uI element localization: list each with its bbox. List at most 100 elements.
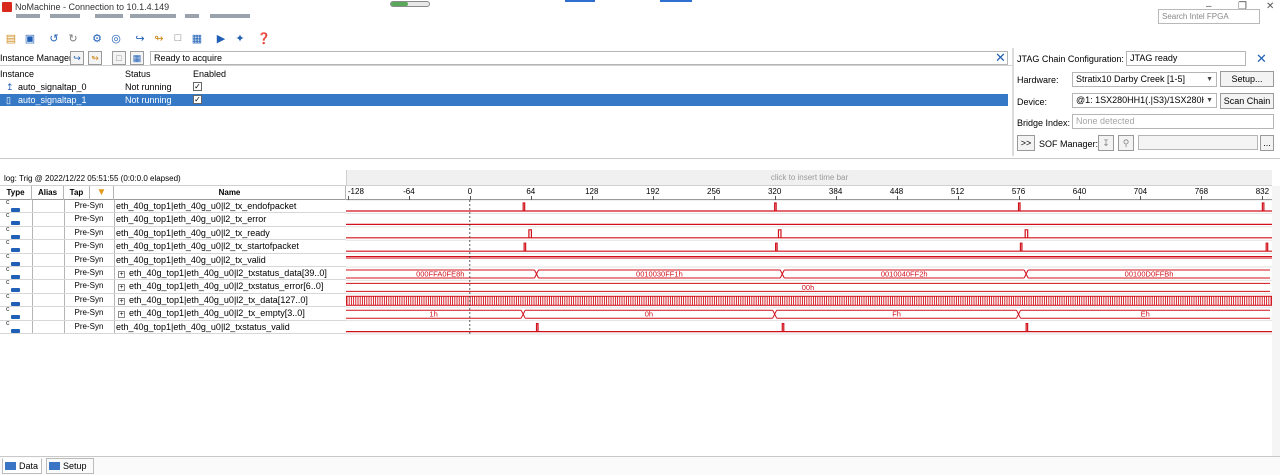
- main-toolbar: ▤ ▣ ↺ ↻ ⚙ ◎ ↪ ↬ □ ▦ ▶ ✦ ❓: [0, 28, 1280, 48]
- close-icon[interactable]: ✕: [1256, 51, 1267, 67]
- wave-pulse: [523, 242, 527, 252]
- signal-name: eth_40g_top1|eth_40g_u0|l2_tx_ready: [116, 227, 270, 238]
- program-icon[interactable]: ↧: [1098, 135, 1114, 151]
- read-data-icon[interactable]: ▦: [189, 30, 205, 46]
- wave-pulse: [1261, 202, 1265, 211]
- signal-row[interactable]: c Pre-Syn eth_40g_top1|eth_40g_u0|l2_tx_er…: [0, 212, 346, 227]
- tab-setup[interactable]: Setup: [46, 458, 94, 474]
- close-window-button[interactable]: ✕: [1266, 1, 1274, 12]
- column-type: Type: [0, 186, 32, 200]
- node-finder-icon[interactable]: ⚙: [89, 30, 105, 46]
- tab-data[interactable]: Data: [2, 458, 42, 474]
- signal-type-icon: c: [6, 320, 20, 333]
- undo-icon[interactable]: ↺: [46, 30, 62, 46]
- bus-transition: [1016, 309, 1021, 319]
- bottom-tab-bar: Data Setup: [0, 456, 1280, 475]
- run-analysis-button[interactable]: ↪: [70, 51, 84, 65]
- signal-row[interactable]: c Pre-Syn eth_40g_top1|eth_40g_u0|l2_tx_en…: [0, 199, 346, 214]
- stop-analysis-icon[interactable]: □: [170, 30, 186, 46]
- open-icon[interactable]: ▤: [3, 30, 19, 46]
- stop-button[interactable]: □: [112, 51, 126, 65]
- bus-value-label: 00h: [802, 283, 815, 292]
- insert-time-bar[interactable]: click to insert time bar: [346, 170, 1272, 186]
- signal-tap: Pre-Syn: [74, 268, 104, 277]
- binoculars-icon[interactable]: ◎: [108, 30, 124, 46]
- signal-tap: Pre-Syn: [74, 308, 104, 318]
- autorun-button[interactable]: ↬: [88, 51, 102, 65]
- signal-row[interactable]: c Pre-Syn + eth_40g_top1|eth_40g_u0|l2_tx_d…: [0, 293, 346, 308]
- horizontal-splitter[interactable]: [0, 158, 1280, 168]
- sof-file-field[interactable]: [1138, 135, 1258, 150]
- signal-tap: Pre-Syn: [74, 227, 104, 237]
- hardware-select[interactable]: Stratix10 Darby Creek [1-5] ▼: [1072, 72, 1217, 87]
- tab-indicator: [660, 0, 692, 2]
- wave-pulse: [1024, 229, 1029, 238]
- expand-button[interactable]: >>: [1017, 135, 1035, 151]
- expand-bus-icon[interactable]: +: [118, 311, 125, 319]
- signal-row[interactable]: c Pre-Syn eth_40g_top1|eth_40g_u0|l2_tx_re…: [0, 226, 346, 241]
- help-icon[interactable]: ❓: [256, 30, 272, 46]
- signal-name: eth_40g_top1|eth_40g_u0|l2_txstatus_vali…: [116, 321, 290, 332]
- close-icon[interactable]: ✕: [995, 50, 1006, 66]
- attach-icon[interactable]: ⚲: [1118, 135, 1134, 151]
- wave-pulse: [1025, 323, 1029, 332]
- signal-row[interactable]: c Pre-Syn eth_40g_top1|eth_40g_u0|l2_tx_va…: [0, 253, 346, 267]
- signal-row[interactable]: c Pre-Syn + eth_40g_top1|eth_40g_u0|l2_txst…: [0, 266, 346, 281]
- signal-type-icon: c: [6, 306, 20, 320]
- play-icon[interactable]: ▶: [213, 30, 229, 46]
- signal-name: eth_40g_top1|eth_40g_u0|l2_tx_valid: [116, 254, 266, 265]
- signal-row[interactable]: c Pre-Syn eth_40g_top1|eth_40g_u0|l2_txsta…: [0, 320, 346, 334]
- expand-bus-icon[interactable]: +: [118, 284, 125, 292]
- hardware-label: Hardware:: [1017, 75, 1059, 85]
- signal-row[interactable]: c Pre-Syn + eth_40g_top1|eth_40g_u0|l2_tx_e…: [0, 306, 346, 321]
- wave-pulse: [1019, 242, 1023, 252]
- device-value: @1: 1SX280HH1(.|S3)/1SX280H: [1076, 95, 1209, 105]
- bridge-index-field: None detected: [1072, 114, 1274, 129]
- enabled-checkbox[interactable]: ✓: [193, 82, 202, 91]
- device-select[interactable]: @1: 1SX280HH1(.|S3)/1SX280H ▼: [1072, 93, 1217, 108]
- waveform-svg: 000FFA0FE8h 0010030FF1h 0010040FF2h 00100D0…: [346, 200, 1272, 336]
- bus-transition: [772, 309, 778, 319]
- signal-row[interactable]: c Pre-Syn eth_40g_top1|eth_40g_u0|l2_tx_st…: [0, 239, 346, 254]
- wave-pulse: [522, 202, 526, 211]
- signal-name: + eth_40g_top1|eth_40g_u0|l2_txstatus_dat…: [118, 268, 327, 278]
- vertical-scrollbar[interactable]: [1272, 186, 1280, 456]
- signal-name: + eth_40g_top1|eth_40g_u0|l2_tx_empty[3..…: [118, 308, 305, 319]
- run-analysis-icon[interactable]: ↪: [132, 30, 148, 46]
- expand-bus-icon[interactable]: +: [118, 297, 125, 305]
- instance-status: Not running: [125, 82, 172, 92]
- expand-bus-icon[interactable]: +: [118, 271, 125, 278]
- signal-type-icon: c: [6, 293, 20, 306]
- signal-name: + eth_40g_top1|eth_40g_u0|l2_txstatus_err…: [118, 281, 324, 292]
- browse-button[interactable]: ...: [1260, 135, 1274, 151]
- signal-tap: Pre-Syn: [74, 294, 104, 304]
- signal-tap: Pre-Syn: [74, 214, 104, 224]
- scale-tick-label: 192: [646, 187, 660, 196]
- autorun-analysis-icon[interactable]: ↬: [151, 30, 167, 46]
- instance-row[interactable]: ↥ auto_signaltap_0 Not running ✓: [0, 81, 1008, 93]
- redo-icon[interactable]: ↻: [65, 30, 81, 46]
- search-input[interactable]: Search Intel FPGA: [1158, 9, 1260, 24]
- bus-value-label: 000FFA0FE8h: [416, 270, 464, 279]
- instance-row-selected[interactable]: ▯ auto_signaltap_1 Not running ✓: [0, 94, 1008, 106]
- read-data-button[interactable]: ▦: [130, 51, 144, 65]
- program-device-icon[interactable]: ✦: [232, 30, 248, 46]
- setup-button[interactable]: Setup...: [1220, 71, 1274, 87]
- wave-pulse: [528, 229, 532, 238]
- scale-tick-label: 128: [585, 187, 599, 196]
- window-title: NoMachine - Connection to 10.1.4.149: [15, 2, 170, 12]
- scale-tick-label: 320: [767, 187, 782, 196]
- scan-chain-button[interactable]: Scan Chain: [1220, 93, 1274, 109]
- waveform-display[interactable]: 000FFA0FE8h 0010030FF1h 0010040FF2h 00100D0…: [346, 200, 1272, 336]
- save-icon[interactable]: ▣: [22, 30, 38, 46]
- filter-icon[interactable]: ▼: [90, 186, 114, 200]
- instance-icon: ↥: [6, 82, 14, 92]
- bus-value-label: 00100D0FFBh: [1125, 270, 1174, 279]
- enabled-checkbox[interactable]: ✓: [193, 95, 202, 104]
- acquisition-status: Ready to acquire: [150, 51, 1008, 65]
- progress-fill: [391, 2, 409, 6]
- signal-row[interactable]: c Pre-Syn + eth_40g_top1|eth_40g_u0|l2_txst…: [0, 279, 346, 294]
- wave-pulse: [1017, 202, 1021, 211]
- instance-manager-label: Instance Manager:: [0, 53, 75, 63]
- bus-value-label: Eh: [1141, 310, 1150, 319]
